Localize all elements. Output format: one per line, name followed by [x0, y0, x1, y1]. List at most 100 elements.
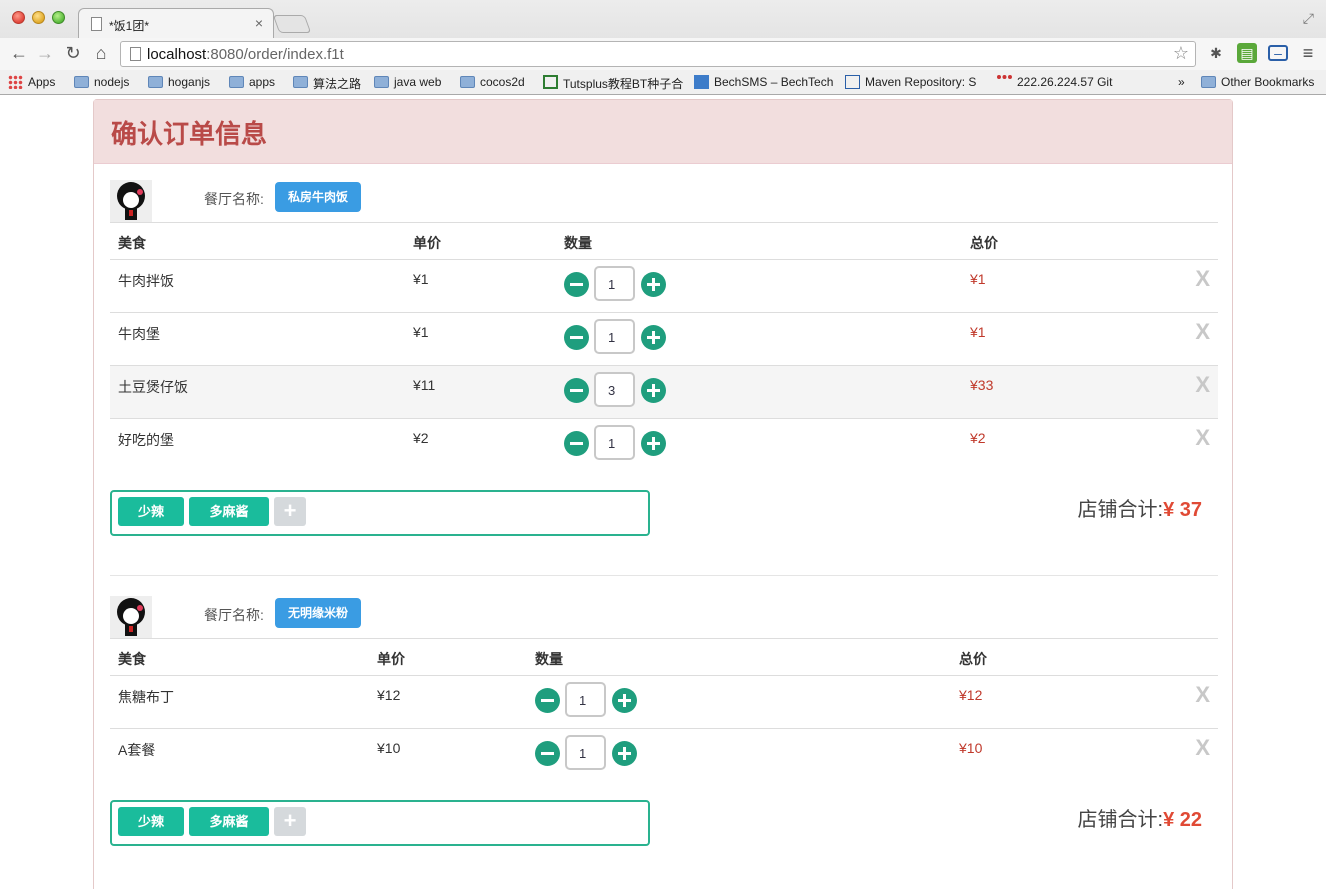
col-total: 总价 [970, 235, 998, 251]
line-total: ¥1 [970, 324, 986, 340]
bookmark-apps-folder[interactable]: apps [229, 75, 275, 91]
minimize-window-button[interactable] [32, 11, 45, 24]
minus-icon[interactable] [564, 431, 589, 456]
quantity-input[interactable]: 1 [565, 682, 606, 717]
tag-less-spicy[interactable]: 少辣 [118, 807, 184, 836]
shop-avatar [110, 596, 152, 638]
delete-icon[interactable]: X [1195, 735, 1210, 761]
plus-icon[interactable] [612, 741, 637, 766]
tag-less-spicy[interactable]: 少辣 [118, 497, 184, 526]
quantity-input[interactable]: 1 [594, 266, 635, 301]
order-panel: 确认订单信息 餐厅名称: 私房牛肉饭 美食 单价 数量 总价 牛肉拌饭 ¥1 1… [93, 99, 1233, 889]
folder-icon [374, 76, 389, 88]
delete-icon[interactable]: X [1195, 266, 1210, 292]
col-qty: 数量 [535, 651, 563, 667]
plus-icon[interactable] [612, 688, 637, 713]
shop-section: 餐厅名称: 无明缘米粉 美食 单价 数量 总价 焦糖布丁 ¥12 1 ¥12 X… [110, 596, 1218, 856]
url-host: localhost [147, 46, 207, 63]
tag-more-sesame[interactable]: 多麻酱 [189, 807, 269, 836]
tag-more-sesame[interactable]: 多麻酱 [189, 497, 269, 526]
unit-price: ¥1 [413, 271, 429, 287]
bookmark-git[interactable]: 222.26.224.57 Git [997, 75, 1112, 91]
folder-icon [293, 76, 308, 88]
bookmark-maven[interactable]: Maven Repository: S [845, 75, 976, 91]
folder-icon [1201, 76, 1216, 88]
print-extension-icon[interactable]: ▤ [1237, 43, 1257, 63]
close-window-button[interactable] [12, 11, 25, 24]
menu-icon[interactable]: ≡ [1298, 43, 1318, 63]
minus-icon[interactable] [535, 741, 560, 766]
page-title: 确认订单信息 [94, 100, 1232, 164]
address-bar[interactable]: localhost:8080/order/index.f1t ☆ [120, 41, 1196, 67]
minus-icon[interactable] [564, 272, 589, 297]
reload-icon[interactable]: ↻ [62, 42, 84, 64]
folder-icon [74, 76, 89, 88]
home-icon[interactable]: ⌂ [90, 42, 112, 64]
tab-close-icon[interactable]: × [255, 15, 263, 31]
bechsms-icon [694, 75, 709, 89]
bookmark-cocos2d[interactable]: cocos2d [460, 75, 525, 91]
zoom-window-button[interactable] [52, 11, 65, 24]
line-total: ¥12 [959, 687, 983, 703]
shop-divider [110, 575, 1218, 576]
add-tag-button[interactable]: + [274, 807, 306, 836]
table-row: 焦糖布丁 ¥12 1 ¥12 X [110, 676, 1218, 729]
forward-icon[interactable]: → [34, 42, 56, 64]
minus-icon[interactable] [564, 378, 589, 403]
quantity-input[interactable]: 1 [565, 735, 606, 770]
minus-icon[interactable] [535, 688, 560, 713]
plus-icon[interactable] [641, 378, 666, 403]
table-row: 好吃的堡 ¥2 1 ¥2 X [110, 419, 1218, 472]
delete-icon[interactable]: X [1195, 319, 1210, 345]
document-icon [91, 17, 102, 31]
add-tag-button[interactable]: + [274, 497, 306, 526]
bookmark-bechsms[interactable]: BechSMS – BechTech [694, 75, 833, 91]
browser-tab[interactable]: *饭1团* × [78, 8, 274, 38]
unit-price: ¥12 [377, 687, 401, 703]
new-tab-button[interactable] [272, 15, 312, 33]
folder-icon [229, 76, 244, 88]
quantity-input[interactable]: 1 [594, 319, 635, 354]
maven-icon [845, 75, 860, 89]
table-row: 土豆煲仔饭 ¥11 3 ¥33 X [110, 366, 1218, 419]
fullscreen-icon[interactable]: ⤢ [1303, 10, 1314, 27]
unit-price: ¥11 [413, 377, 436, 393]
cast-extension-icon[interactable]: – [1268, 45, 1288, 61]
delete-icon[interactable]: X [1195, 372, 1210, 398]
col-price: 单价 [413, 235, 441, 251]
shop-name-badge[interactable]: 私房牛肉饭 [275, 182, 362, 212]
order-notes-box: 少辣 多麻酱 + [110, 800, 650, 846]
shop-name-badge[interactable]: 无明缘米粉 [275, 598, 362, 628]
page-icon [130, 47, 141, 61]
bookmark-java-web[interactable]: java web [374, 75, 441, 91]
shop-total-amount: ¥ 22 [1163, 809, 1202, 831]
plus-icon[interactable] [641, 431, 666, 456]
bookmark-apps[interactable]: Apps [8, 75, 55, 91]
bookmark-hoganjs[interactable]: hoganjs [148, 75, 210, 91]
back-icon[interactable]: ← [8, 42, 30, 64]
bookmark-nodejs[interactable]: nodejs [74, 75, 129, 91]
delete-icon[interactable]: X [1195, 425, 1210, 451]
shop-total-amount: ¥ 37 [1163, 499, 1202, 521]
bookmark-tutsplus[interactable]: Tutsplus教程BT种子合 [543, 75, 683, 91]
food-name: 土豆煲仔饭 [118, 379, 188, 395]
tutsplus-icon [543, 75, 558, 89]
quantity-stepper: 3 [564, 372, 666, 407]
table-header: 美食 单价 数量 总价 [110, 638, 1218, 676]
quantity-input[interactable]: 1 [594, 425, 635, 460]
shop-name-label: 餐厅名称: [204, 607, 264, 623]
bookmark-other[interactable]: Other Bookmarks [1201, 75, 1314, 91]
col-total: 总价 [959, 651, 987, 667]
bug-extension-icon[interactable]: ✱ [1206, 43, 1226, 63]
delete-icon[interactable]: X [1195, 682, 1210, 708]
bookmarks-overflow[interactable]: » [1176, 75, 1185, 91]
table-row: 牛肉拌饭 ¥1 1 ¥1 X [110, 260, 1218, 313]
bookmark-algorithms[interactable]: 算法之路 [293, 75, 361, 91]
food-name: 牛肉堡 [118, 326, 160, 342]
bookmark-star-icon[interactable]: ☆ [1173, 43, 1189, 64]
minus-icon[interactable] [564, 325, 589, 350]
order-notes-box: 少辣 多麻酱 + [110, 490, 650, 536]
plus-icon[interactable] [641, 325, 666, 350]
plus-icon[interactable] [641, 272, 666, 297]
quantity-input[interactable]: 3 [594, 372, 635, 407]
